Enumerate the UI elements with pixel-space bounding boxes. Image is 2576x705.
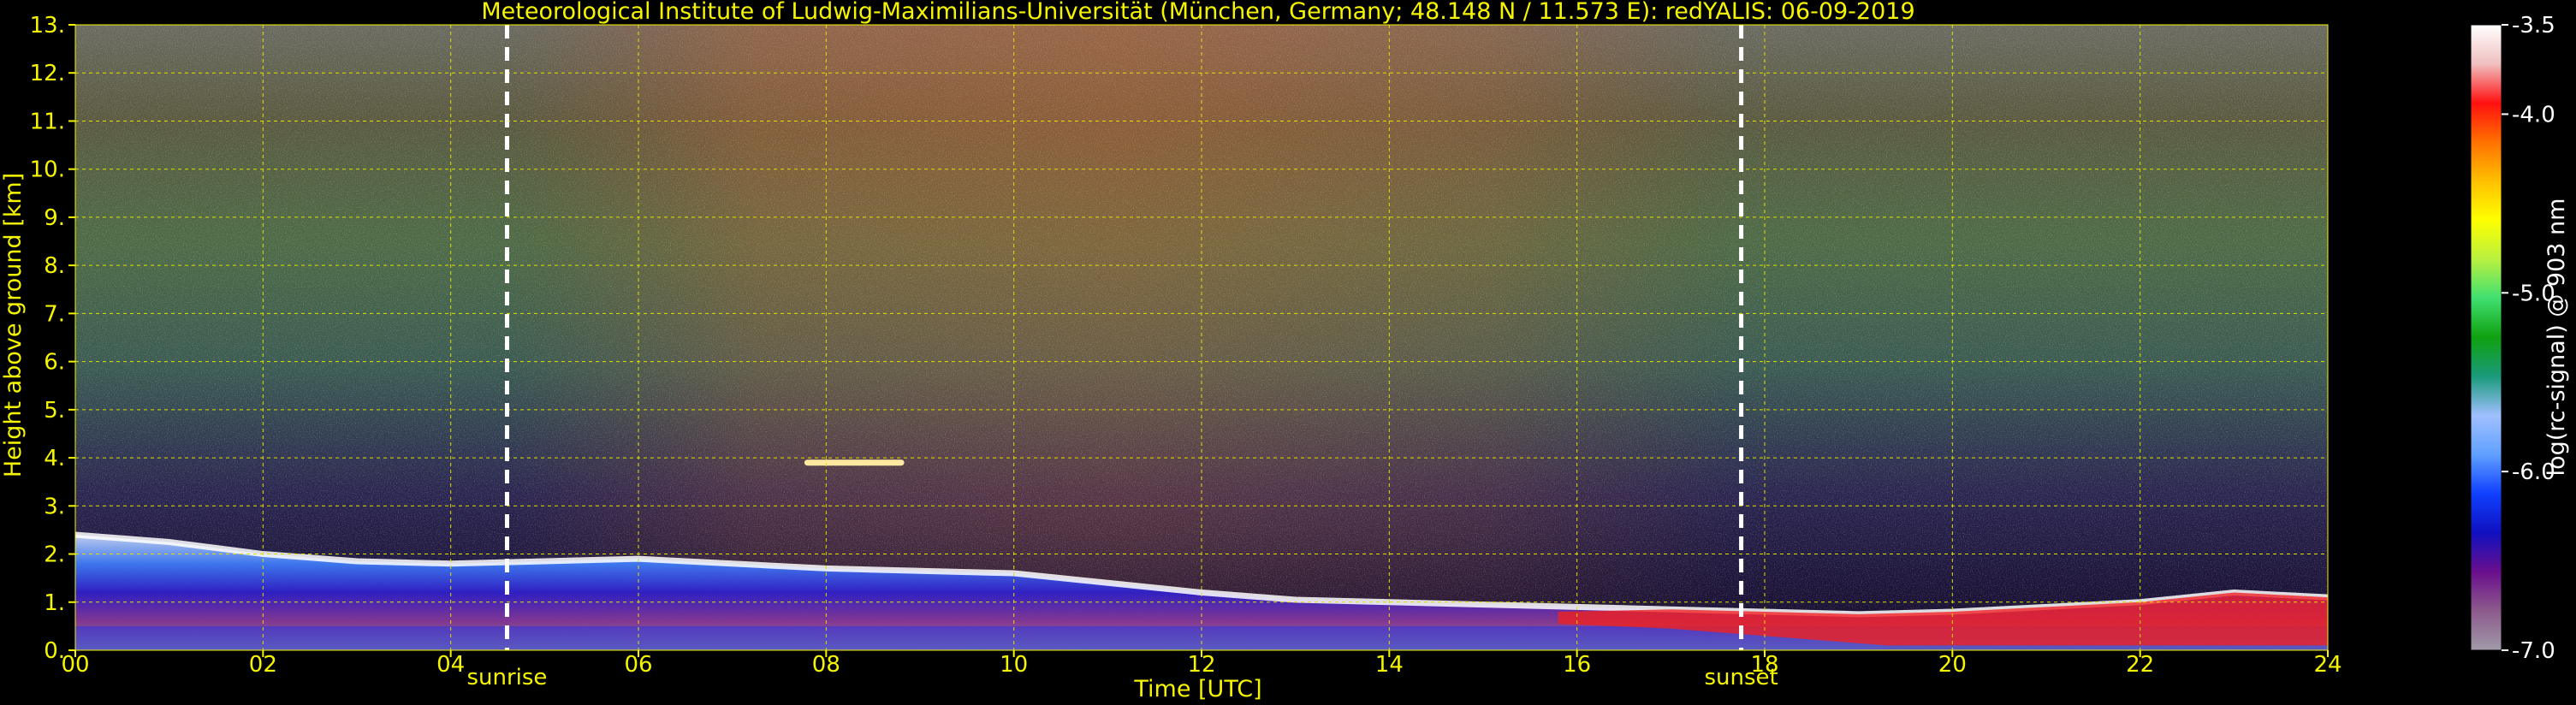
x-tick-label: 10 xyxy=(1000,652,1028,678)
lidar-chart: Meteorological Institute of Ludwig-Maxim… xyxy=(0,0,2570,702)
colorbar: -7.0-6.0-5.0-4.0-3.5 log(rc-signal) @ 90… xyxy=(2470,13,2570,664)
y-tick-label: 3. xyxy=(44,494,65,519)
colorbar-label: log(rc-signal) @ 903 nm xyxy=(2543,198,2570,477)
colorbar-tick-label: -3.5 xyxy=(2512,13,2555,39)
x-axis-ticks: 00 02 04 06 08 10 12 14 16 18 20 22 24 xyxy=(61,650,2342,678)
colorbar-scale xyxy=(2470,24,2502,651)
colorbar-tick-label: -4.0 xyxy=(2512,102,2555,127)
y-tick-label: 8. xyxy=(44,253,65,279)
x-tick-label: 00 xyxy=(61,652,89,678)
y-tick-label: 9. xyxy=(44,205,65,231)
y-tick-label: 11. xyxy=(30,109,65,134)
x-tick-label: 24 xyxy=(2313,652,2342,678)
colorbar-tick-label: -7.0 xyxy=(2512,638,2555,664)
sunset-annotation: sunset xyxy=(1704,665,1778,690)
x-axis-label: Time [UTC] xyxy=(1133,676,1261,702)
y-tick-label: 12. xyxy=(30,61,65,86)
y-tick-label: 0. xyxy=(44,638,65,664)
y-axis-label: Height above ground [km] xyxy=(0,173,27,477)
y-tick-label: 5. xyxy=(44,398,65,424)
x-tick-label: 12 xyxy=(1187,652,1215,678)
y-tick-label: 7. xyxy=(44,301,65,327)
signal-noise-texture xyxy=(75,25,2328,650)
x-tick-label: 04 xyxy=(436,652,465,678)
y-axis-ticks: 0. 1. 2. 3. 4. 5. 6. 7. 8. 9. 10. 11. 12. 13. xyxy=(30,13,75,664)
y-tick-label: 2. xyxy=(44,542,65,568)
sunrise-annotation: sunrise xyxy=(466,665,547,690)
chart-title: Meteorological Institute of Ludwig-Maxim… xyxy=(481,0,1914,25)
plot-area xyxy=(74,24,2329,651)
x-tick-label: 22 xyxy=(2126,652,2154,678)
y-tick-label: 13. xyxy=(30,13,65,39)
y-tick-label: 4. xyxy=(44,446,65,471)
y-tick-label: 10. xyxy=(30,157,65,183)
y-tick-label: 1. xyxy=(44,590,65,616)
y-tick-label: 6. xyxy=(44,350,65,376)
x-tick-label: 16 xyxy=(1563,652,1591,678)
x-tick-label: 08 xyxy=(812,652,840,678)
x-tick-label: 20 xyxy=(1938,652,1967,678)
x-tick-label: 06 xyxy=(624,652,652,678)
x-tick-label: 02 xyxy=(249,652,277,678)
x-tick-label: 14 xyxy=(1375,652,1404,678)
